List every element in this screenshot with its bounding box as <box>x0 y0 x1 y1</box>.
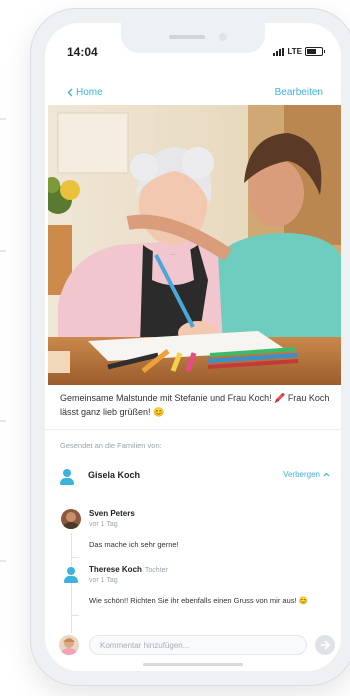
person-icon <box>60 469 74 485</box>
front-camera <box>219 33 227 41</box>
thread-tick <box>71 615 79 616</box>
signal-icon <box>273 47 285 56</box>
family-name: Gisela Koch <box>88 470 141 480</box>
comment-text: Wie schön!! Richten Sie ihr ebenfalls ei… <box>89 596 309 605</box>
edit-button[interactable]: Bearbeiten <box>275 87 323 98</box>
family-row: Gisela Koch Verbergen <box>60 467 330 487</box>
app-screen: 14:04 LTE Home Bearbeiten Gemeinsame Mal… <box>45 23 341 671</box>
chevron-left-icon <box>67 88 73 97</box>
decorative-dash <box>0 118 6 120</box>
comment-time: vor 1 Tag <box>89 521 118 528</box>
post-photo[interactable] <box>48 105 341 385</box>
decorative-dash <box>0 250 6 252</box>
comment-input-row <box>45 629 341 661</box>
speaker <box>169 35 205 39</box>
decorative-dash <box>0 420 6 422</box>
hide-label: Verbergen <box>283 470 320 479</box>
battery-icon <box>305 47 325 56</box>
back-button[interactable]: Home <box>67 87 103 98</box>
status-indicators: LTE <box>273 47 325 56</box>
comment-input[interactable] <box>89 635 307 655</box>
phone-frame: 14:04 LTE Home Bearbeiten Gemeinsame Mal… <box>30 8 350 686</box>
home-indicator <box>143 663 243 666</box>
comment-author: Therese Koch Tochter <box>89 565 168 574</box>
sent-to-label: Gesendet an die Familien von: <box>60 441 162 450</box>
send-icon <box>321 640 331 650</box>
comment-text: Das mache ich sehr gerne! <box>89 540 179 549</box>
decorative-dash <box>0 560 6 562</box>
avatar[interactable] <box>61 509 81 529</box>
network-label: LTE <box>287 47 302 56</box>
post-caption: Gemeinsame Malstunde mit Stefanie und Fr… <box>60 393 330 417</box>
divider <box>45 429 341 430</box>
back-label: Home <box>76 87 103 98</box>
thread-tick <box>71 557 79 558</box>
user-avatar[interactable] <box>59 635 79 655</box>
comment-time: vor 1 Tag <box>89 577 118 584</box>
person-icon <box>64 567 78 583</box>
hide-button[interactable]: Verbergen <box>283 470 330 479</box>
chevron-up-icon <box>323 472 330 477</box>
thread-line <box>71 533 72 633</box>
comment-author: Sven Peters <box>89 509 135 518</box>
comment-role: Tochter <box>144 567 168 574</box>
nav-bar: Home Bearbeiten <box>45 83 341 107</box>
send-button[interactable] <box>315 635 335 655</box>
phone-notch <box>121 23 265 53</box>
status-time: 14:04 <box>67 45 98 59</box>
